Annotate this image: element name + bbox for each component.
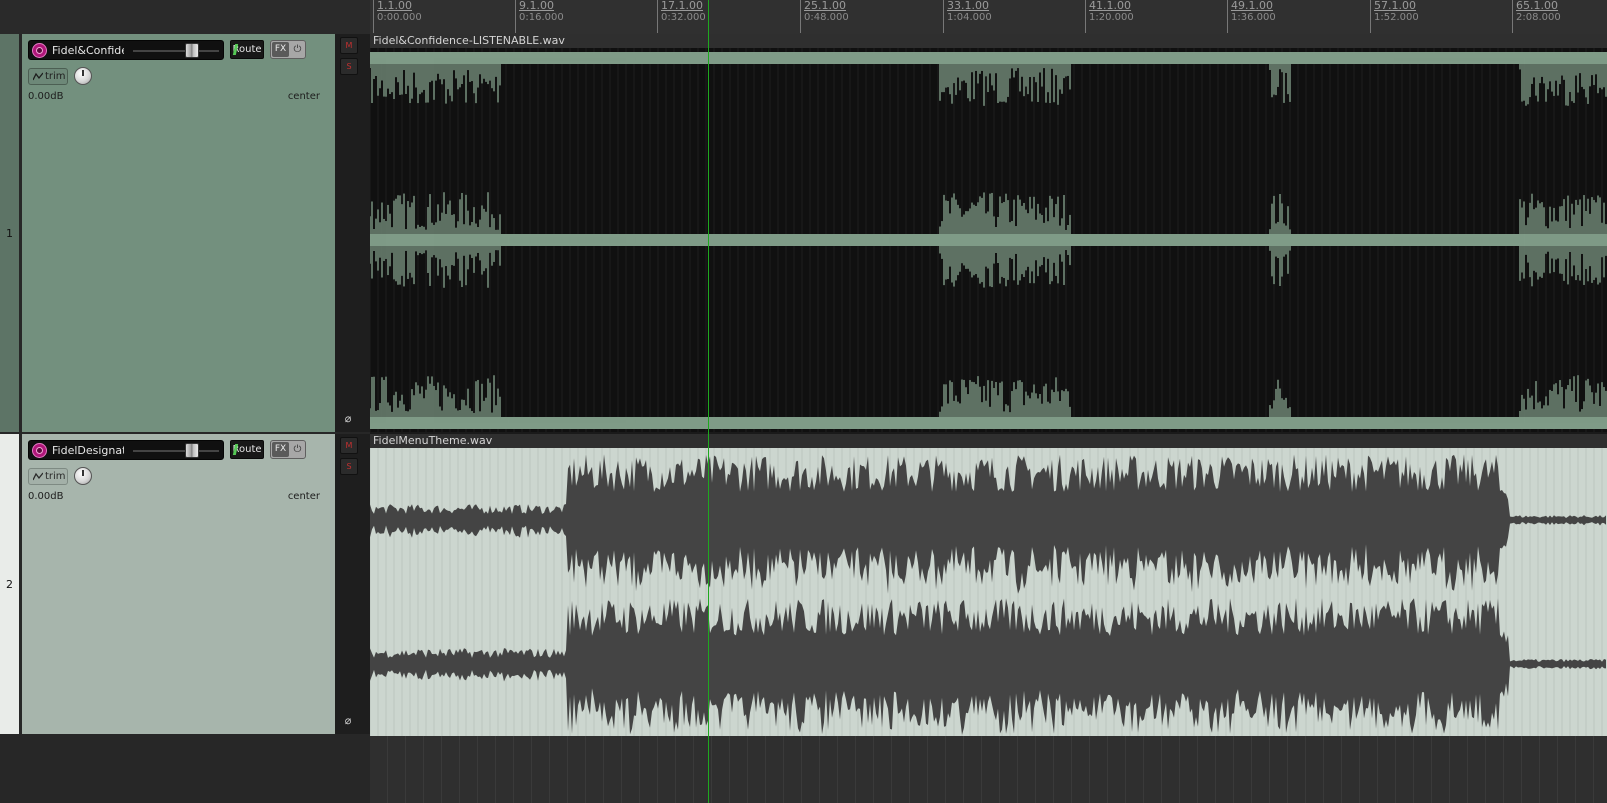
volume-slider-handle[interactable] bbox=[185, 443, 199, 458]
track-mute-solo-strip: M S ⌀ bbox=[335, 34, 370, 432]
route-button[interactable]: Route bbox=[230, 40, 264, 59]
volume-readout: 0.00dB bbox=[28, 491, 64, 502]
record-arm-icon[interactable] bbox=[32, 43, 47, 58]
route-button[interactable]: Route bbox=[230, 440, 264, 459]
ruler-marker[interactable]: 25.1.00 0:48.000 bbox=[800, 0, 849, 33]
mute-button[interactable]: M bbox=[340, 37, 358, 54]
power-icon[interactable]: ⏻ bbox=[291, 42, 304, 57]
volume-readout: 0.00dB bbox=[28, 91, 64, 102]
reaper-window: 1 Fidel&Confide Route FX ⏻ trim 0.00dB c… bbox=[0, 0, 1607, 803]
item-name: FidelMenuTheme.wav bbox=[373, 434, 493, 447]
ruler-marker[interactable]: 41.1.00 1:20.000 bbox=[1085, 0, 1134, 33]
pan-readout: center bbox=[287, 91, 320, 102]
ruler-marker[interactable]: 1.1.00 0:00.000 bbox=[373, 0, 422, 33]
ruler-bar-label: 33.1.00 bbox=[947, 0, 989, 12]
trim-button[interactable]: trim bbox=[28, 468, 68, 485]
fx-button-group[interactable]: FX ⏻ bbox=[270, 40, 306, 59]
track-number[interactable]: 1 bbox=[0, 34, 19, 432]
media-item[interactable]: Fidel&Confidence-LISTENABLE.wav bbox=[370, 34, 1607, 432]
ruler-time-label: 0:16.000 bbox=[519, 12, 564, 23]
track-number[interactable]: 2 bbox=[0, 434, 19, 734]
ruler-time-label: 1:36.000 bbox=[1231, 12, 1276, 23]
item-name: Fidel&Confidence-LISTENABLE.wav bbox=[373, 34, 565, 47]
ruler-marker[interactable]: 57.1.00 1:52.000 bbox=[1370, 0, 1419, 33]
empty-arrange-area[interactable] bbox=[370, 736, 1607, 803]
ruler-bar-label: 25.1.00 bbox=[804, 0, 846, 12]
ruler-bar-label: 9.1.00 bbox=[519, 0, 554, 12]
ruler-bar-label: 65.1.00 bbox=[1516, 0, 1558, 12]
fx-button-group[interactable]: FX ⏻ bbox=[270, 440, 306, 459]
ruler-marker[interactable]: 65.1.00 2:08.000 bbox=[1512, 0, 1561, 33]
pan-readout: center bbox=[287, 491, 320, 502]
phase-invert-icon[interactable]: ⌀ bbox=[342, 715, 354, 727]
ruler-time-label: 1:04.000 bbox=[947, 12, 992, 23]
pan-knob-icon[interactable] bbox=[74, 67, 92, 85]
mute-button[interactable]: M bbox=[340, 437, 358, 454]
media-item[interactable]: FidelMenuTheme.wav bbox=[370, 434, 1607, 736]
waveform bbox=[370, 448, 1606, 736]
ruler-marker[interactable]: 9.1.00 0:16.000 bbox=[515, 0, 564, 33]
volume-slider-handle[interactable] bbox=[185, 43, 199, 58]
fx-button[interactable]: FX bbox=[272, 442, 289, 457]
volume-slider-track[interactable] bbox=[133, 450, 219, 452]
record-arm-icon[interactable] bbox=[32, 443, 47, 458]
ruler-time-label: 0:00.000 bbox=[377, 12, 422, 23]
ruler-time-label: 0:48.000 bbox=[804, 12, 849, 23]
fx-button[interactable]: FX bbox=[272, 42, 289, 57]
power-icon[interactable]: ⏻ bbox=[291, 442, 304, 457]
trim-label: trim bbox=[45, 471, 66, 482]
ruler-marker[interactable]: 33.1.00 1:04.000 bbox=[943, 0, 992, 33]
waveform bbox=[370, 48, 1607, 432]
item-title-bar: FidelMenuTheme.wav bbox=[370, 434, 1607, 448]
solo-button[interactable]: S bbox=[340, 58, 358, 75]
trim-button[interactable]: trim bbox=[28, 68, 68, 85]
envelope-icon bbox=[33, 72, 43, 81]
ruler-time-label: 1:52.000 bbox=[1374, 12, 1419, 23]
pan-knob-icon[interactable] bbox=[74, 467, 92, 485]
solo-button[interactable]: S bbox=[340, 458, 358, 475]
trim-label: trim bbox=[45, 71, 66, 82]
ruler-time-label: 0:32.000 bbox=[661, 12, 706, 23]
ruler-bar-label: 41.1.00 bbox=[1089, 0, 1131, 12]
ruler-marker[interactable]: 17.1.00 0:32.000 bbox=[657, 0, 706, 33]
envelope-icon bbox=[33, 472, 43, 481]
item-title-bar: Fidel&Confidence-LISTENABLE.wav bbox=[370, 34, 1607, 48]
ruler-bar-label: 1.1.00 bbox=[377, 0, 412, 12]
track-panel[interactable]: FidelDesignat Route FX ⏻ trim 0.00dB cen… bbox=[22, 434, 335, 734]
arrange-view[interactable]: Fidel&Confidence-LISTENABLE.wav FidelMen… bbox=[370, 34, 1607, 803]
ruler-time-label: 2:08.000 bbox=[1516, 12, 1561, 23]
phase-invert-icon[interactable]: ⌀ bbox=[342, 413, 354, 425]
ruler-time-label: 1:20.000 bbox=[1089, 12, 1134, 23]
volume-slider-track[interactable] bbox=[133, 50, 219, 52]
track-name-field[interactable]: Fidel&Confide bbox=[28, 40, 224, 60]
ruler-bar-label: 17.1.00 bbox=[661, 0, 703, 12]
track-name[interactable]: Fidel&Confide bbox=[52, 43, 124, 58]
timeline-ruler[interactable]: 1.1.00 0:00.000 9.1.00 0:16.000 17.1.00 … bbox=[370, 0, 1607, 34]
track-name-field[interactable]: FidelDesignat bbox=[28, 440, 224, 460]
ruler-bar-label: 57.1.00 bbox=[1374, 0, 1416, 12]
track-panel[interactable]: Fidel&Confide Route FX ⏻ trim 0.00dB cen… bbox=[22, 34, 335, 432]
track-mute-solo-strip: M S ⌀ bbox=[335, 434, 370, 734]
track-control-panel-area: 1 Fidel&Confide Route FX ⏻ trim 0.00dB c… bbox=[0, 0, 370, 803]
play-cursor[interactable] bbox=[708, 0, 709, 803]
ruler-bar-label: 49.1.00 bbox=[1231, 0, 1273, 12]
tcp-header-spacer bbox=[0, 0, 370, 34]
ruler-marker[interactable]: 49.1.00 1:36.000 bbox=[1227, 0, 1276, 33]
track-name[interactable]: FidelDesignat bbox=[52, 443, 124, 458]
